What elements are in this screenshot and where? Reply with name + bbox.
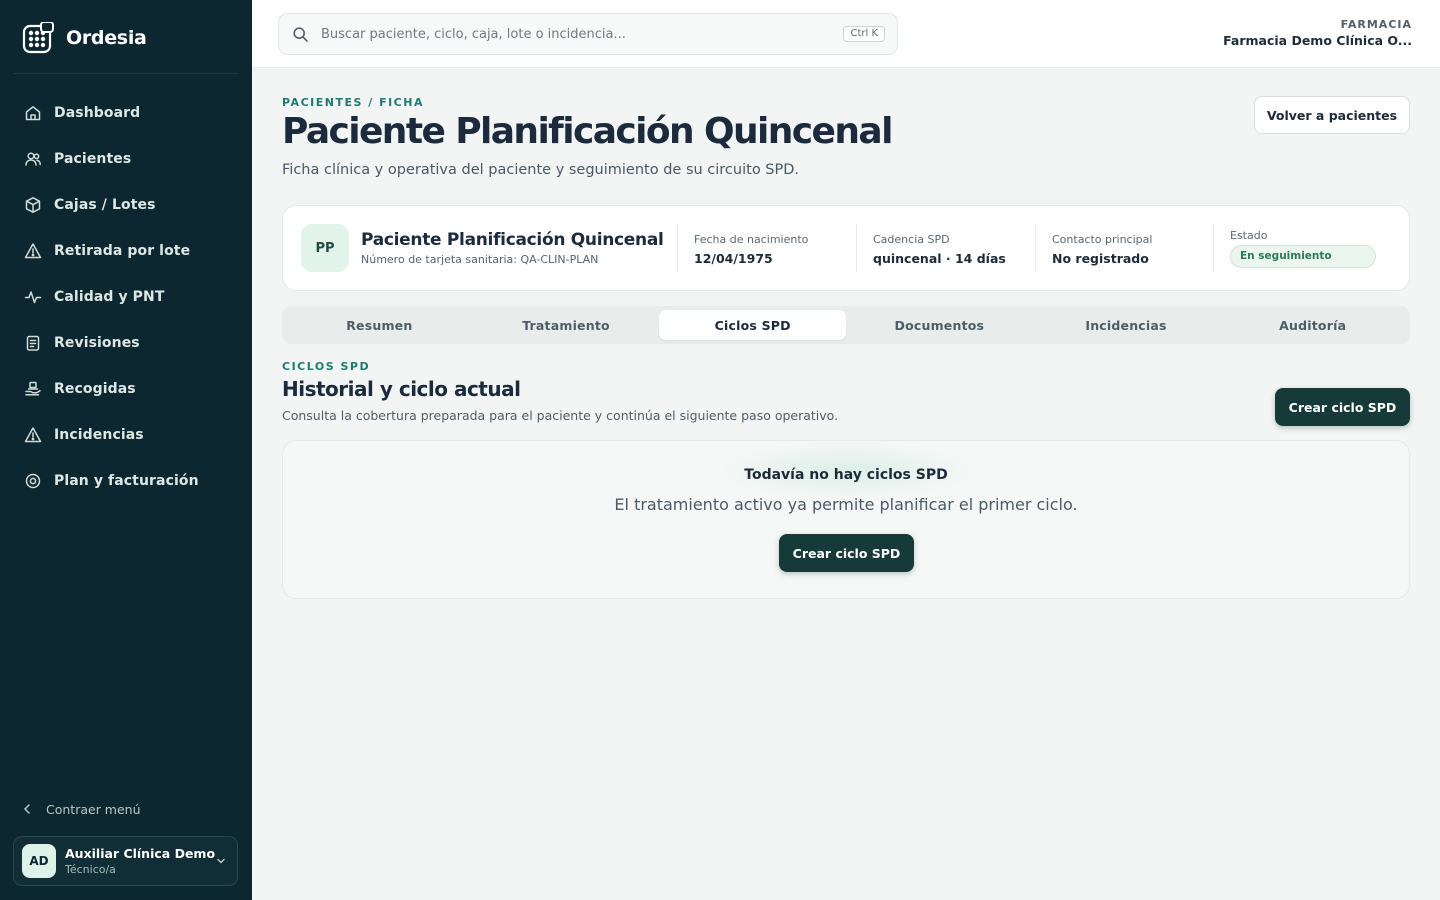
pharmacy-kicker: FARMACIA xyxy=(1340,18,1412,31)
sidebar-item-label: Pacientes xyxy=(54,151,132,167)
sidebar-item-label: Plan y facturación xyxy=(54,473,199,489)
clipboard-icon xyxy=(26,335,40,351)
breadcrumb: PACIENTES / FICHA xyxy=(282,96,424,109)
sidebar-item-calidad-pnt[interactable]: Calidad y PNT xyxy=(14,274,239,320)
pharmacy-switcher[interactable]: FARMACIA Farmacia Demo Clínica O... xyxy=(1223,18,1412,48)
home-icon xyxy=(25,106,41,121)
sidebar-item-incidencias[interactable]: Incidencias xyxy=(14,412,239,458)
back-to-patients-button[interactable]: Volver a pacientes xyxy=(1254,96,1410,134)
avatar: AD xyxy=(22,844,56,878)
sidebar-nav: Dashboard Pacientes Cajas / Lotes Retira… xyxy=(14,90,239,504)
field-status: Estado En seguimiento xyxy=(1213,224,1376,272)
tab-tratamiento[interactable]: Tratamiento xyxy=(473,310,660,340)
sidebar-item-pacientes[interactable]: Pacientes xyxy=(14,136,239,182)
box-icon xyxy=(25,197,41,213)
field-label: Cadencia SPD xyxy=(873,233,950,246)
divider xyxy=(14,73,239,74)
tab-auditoria[interactable]: Auditoría xyxy=(1219,310,1406,340)
brand[interactable]: Ordesia xyxy=(22,22,147,54)
patient-name: Paciente Planificación Quincenal xyxy=(361,230,664,250)
user-name: Auxiliar Clínica Demo xyxy=(65,846,216,861)
create-spd-cycle-button[interactable]: Crear ciclo SPD xyxy=(1275,388,1410,426)
sidebar-item-cajas-lotes[interactable]: Cajas / Lotes xyxy=(14,182,239,228)
section-description: Consulta la cobertura preparada para el … xyxy=(282,408,839,423)
tab-ciclos-spd[interactable]: Ciclos SPD xyxy=(659,310,847,340)
field-value: No registrado xyxy=(1052,251,1149,266)
collapse-menu-button[interactable]: Contraer menú xyxy=(22,798,141,820)
tab-resumen[interactable]: Resumen xyxy=(286,310,473,340)
search-bar[interactable]: Ctrl K xyxy=(278,13,898,55)
section-kicker: CICLOS SPD xyxy=(282,360,371,373)
field-label: Estado xyxy=(1230,229,1268,242)
chevron-left-icon xyxy=(23,804,30,814)
user-role: Técnico/a xyxy=(65,863,116,876)
warning-icon xyxy=(24,427,42,443)
ordesia-logo-icon xyxy=(22,22,54,54)
chevron-down-icon xyxy=(217,858,225,864)
page-title: Paciente Planificación Quincenal xyxy=(282,111,893,152)
field-value: quincenal · 14 días xyxy=(873,251,1006,266)
activity-icon xyxy=(24,291,42,304)
settings-icon xyxy=(25,473,41,489)
page-subtitle: Ficha clínica y operativa del paciente y… xyxy=(282,162,800,178)
section-title: Historial y ciclo actual xyxy=(282,377,521,401)
shortcut-badge: Ctrl K xyxy=(843,26,885,42)
empty-state-title: Todavía no hay ciclos SPD xyxy=(744,467,948,483)
user-menu[interactable]: AD Auxiliar Clínica Demo Técnico/a xyxy=(13,836,238,886)
sidebar: Ordesia Dashboard Pacientes Cajas / Lote… xyxy=(0,0,252,900)
users-icon xyxy=(25,152,41,166)
warning-icon xyxy=(24,243,42,259)
app-name: Ordesia xyxy=(66,27,147,49)
patient-avatar: PP xyxy=(301,224,349,272)
sidebar-item-dashboard[interactable]: Dashboard xyxy=(14,90,239,136)
empty-state-text: El tratamiento activo ya permite planifi… xyxy=(614,495,1078,514)
sidebar-item-label: Dashboard xyxy=(54,105,141,121)
sidebar-item-recogidas[interactable]: Recogidas xyxy=(14,366,239,412)
field-value: 12/04/1975 xyxy=(694,251,773,266)
search-icon xyxy=(293,27,308,42)
patient-tabs: Resumen Tratamiento Ciclos SPD Documento… xyxy=(282,306,1410,344)
patient-summary-card: PP Paciente Planificación Quincenal Núme… xyxy=(282,205,1410,291)
patient-card-number: Número de tarjeta sanitaria: QA-CLIN-PLA… xyxy=(361,253,599,266)
topbar: Ctrl K FARMACIA Farmacia Demo Clínica O.… xyxy=(252,0,1440,68)
sidebar-item-label: Recogidas xyxy=(54,381,136,397)
sidebar-item-label: Calidad y PNT xyxy=(54,289,165,305)
field-primary-contact: Contacto principal No registrado xyxy=(1035,224,1152,272)
tab-incidencias[interactable]: Incidencias xyxy=(1033,310,1220,340)
sidebar-item-label: Incidencias xyxy=(54,427,144,443)
tab-documentos[interactable]: Documentos xyxy=(846,310,1033,340)
field-label: Fecha de nacimiento xyxy=(694,233,809,246)
field-label: Contacto principal xyxy=(1052,233,1153,246)
hand-package-icon xyxy=(25,381,41,396)
status-badge: En seguimiento xyxy=(1230,245,1376,268)
sidebar-item-label: Retirada por lote xyxy=(54,243,191,259)
field-spd-cadence: Cadencia SPD quincenal · 14 días xyxy=(856,224,1006,272)
pharmacy-name: Farmacia Demo Clínica O... xyxy=(1223,33,1412,48)
sidebar-item-label: Revisiones xyxy=(54,335,140,351)
sidebar-item-label: Cajas / Lotes xyxy=(54,197,156,213)
collapse-menu-label: Contraer menú xyxy=(46,801,141,817)
search-input[interactable] xyxy=(321,14,831,54)
empty-state-create-spd-cycle-button[interactable]: Crear ciclo SPD xyxy=(779,534,914,572)
sidebar-item-plan-facturacion[interactable]: Plan y facturación xyxy=(14,458,239,504)
sidebar-item-retirada-por-lote[interactable]: Retirada por lote xyxy=(14,228,239,274)
field-birth-date: Fecha de nacimiento 12/04/1975 xyxy=(677,224,808,272)
sidebar-item-revisiones[interactable]: Revisiones xyxy=(14,320,239,366)
empty-state: Todavía no hay ciclos SPD El tratamiento… xyxy=(282,440,1410,599)
